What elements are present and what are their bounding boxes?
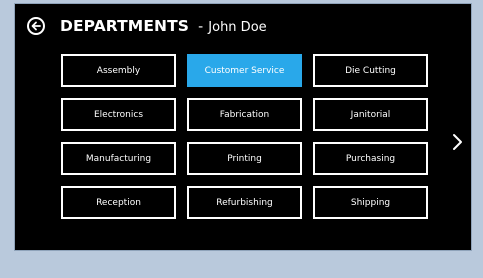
department-label: Shipping: [350, 197, 391, 208]
department-tile-die-cutting[interactable]: Die Cutting: [313, 54, 428, 87]
department-tile-shipping[interactable]: Shipping: [313, 186, 428, 219]
department-label: Printing: [227, 153, 262, 164]
department-label: Assembly: [96, 65, 141, 76]
department-tile-printing[interactable]: Printing: [187, 142, 302, 175]
page-title: DEPARTMENTS - John Doe: [60, 16, 267, 35]
department-label: Janitorial: [350, 109, 391, 120]
department-label: Die Cutting: [345, 65, 396, 76]
department-tile-assembly[interactable]: Assembly: [61, 54, 176, 87]
department-label: Reception: [96, 197, 141, 208]
department-tile-refurbishing[interactable]: Refurbishing: [187, 186, 302, 219]
chevron-right-icon: [453, 134, 462, 150]
department-tile-purchasing[interactable]: Purchasing: [313, 142, 428, 175]
department-tile-reception[interactable]: Reception: [61, 186, 176, 219]
back-arrow-icon: [31, 21, 41, 31]
department-label: Refurbishing: [216, 197, 273, 208]
department-label: Fabrication: [219, 109, 270, 120]
department-tile-customer-service[interactable]: Customer Service: [187, 54, 302, 87]
department-label: Customer Service: [204, 65, 285, 76]
department-tile-fabrication[interactable]: Fabrication: [187, 98, 302, 131]
title-separator: -: [198, 19, 204, 35]
department-label: Manufacturing: [85, 153, 152, 164]
department-tile-electronics[interactable]: Electronics: [61, 98, 176, 131]
app-screen: DEPARTMENTS - John Doe Assembly Customer…: [15, 4, 471, 250]
page-title-text: DEPARTMENTS: [60, 17, 190, 35]
user-name: John Doe: [208, 20, 267, 35]
department-tile-manufacturing[interactable]: Manufacturing: [61, 142, 176, 175]
department-label: Electronics: [93, 109, 144, 120]
department-label: Purchasing: [345, 153, 396, 164]
next-page-button[interactable]: [451, 133, 465, 151]
department-tile-janitorial[interactable]: Janitorial: [313, 98, 428, 131]
back-button[interactable]: [27, 17, 45, 35]
